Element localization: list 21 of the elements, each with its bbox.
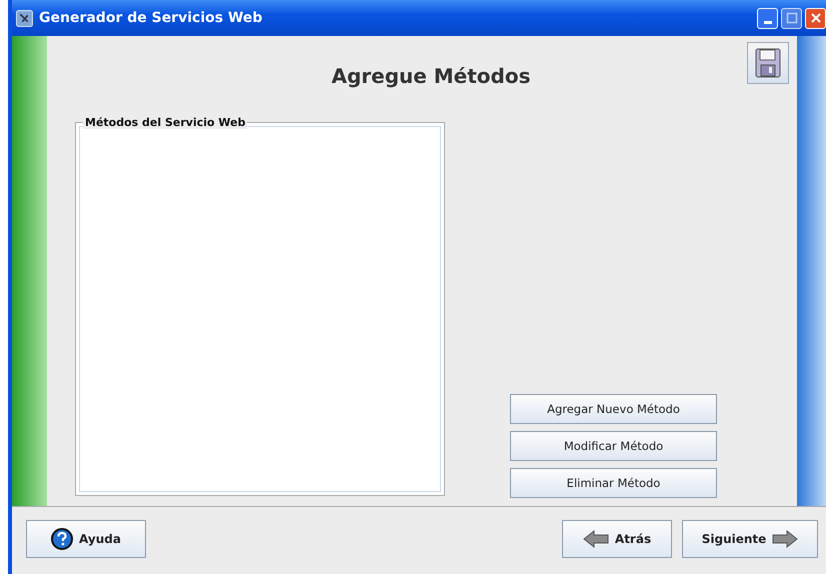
back-button[interactable]: Atrás (562, 520, 672, 558)
method-button[interactable]: Eliminar Método (510, 468, 717, 498)
method-button[interactable]: Agregar Nuevo Método (510, 394, 717, 424)
page-heading: Agregue Métodos (330, 64, 532, 88)
maximize-button[interactable] (781, 8, 802, 28)
minimize-button[interactable] (757, 8, 778, 28)
app-icon (16, 10, 33, 26)
methods-list[interactable]: Métodos del Servicio Web (75, 116, 445, 496)
minimize-icon (764, 20, 772, 24)
help-button[interactable]: Ayuda (26, 520, 146, 558)
panel-title: Métodos del Servicio Web (83, 116, 248, 129)
next-button[interactable]: Siguiente (682, 520, 818, 558)
close-button[interactable] (805, 8, 826, 28)
maximize-icon (786, 12, 798, 24)
left-arrow-icon (582, 530, 609, 548)
close-icon (810, 12, 822, 24)
method-button[interactable]: Modificar Método (510, 431, 717, 461)
right-arrow-icon (772, 530, 798, 548)
save-button[interactable] (747, 42, 789, 84)
help-icon (51, 528, 74, 550)
window-title: Generador de Servicios Web (39, 10, 264, 26)
